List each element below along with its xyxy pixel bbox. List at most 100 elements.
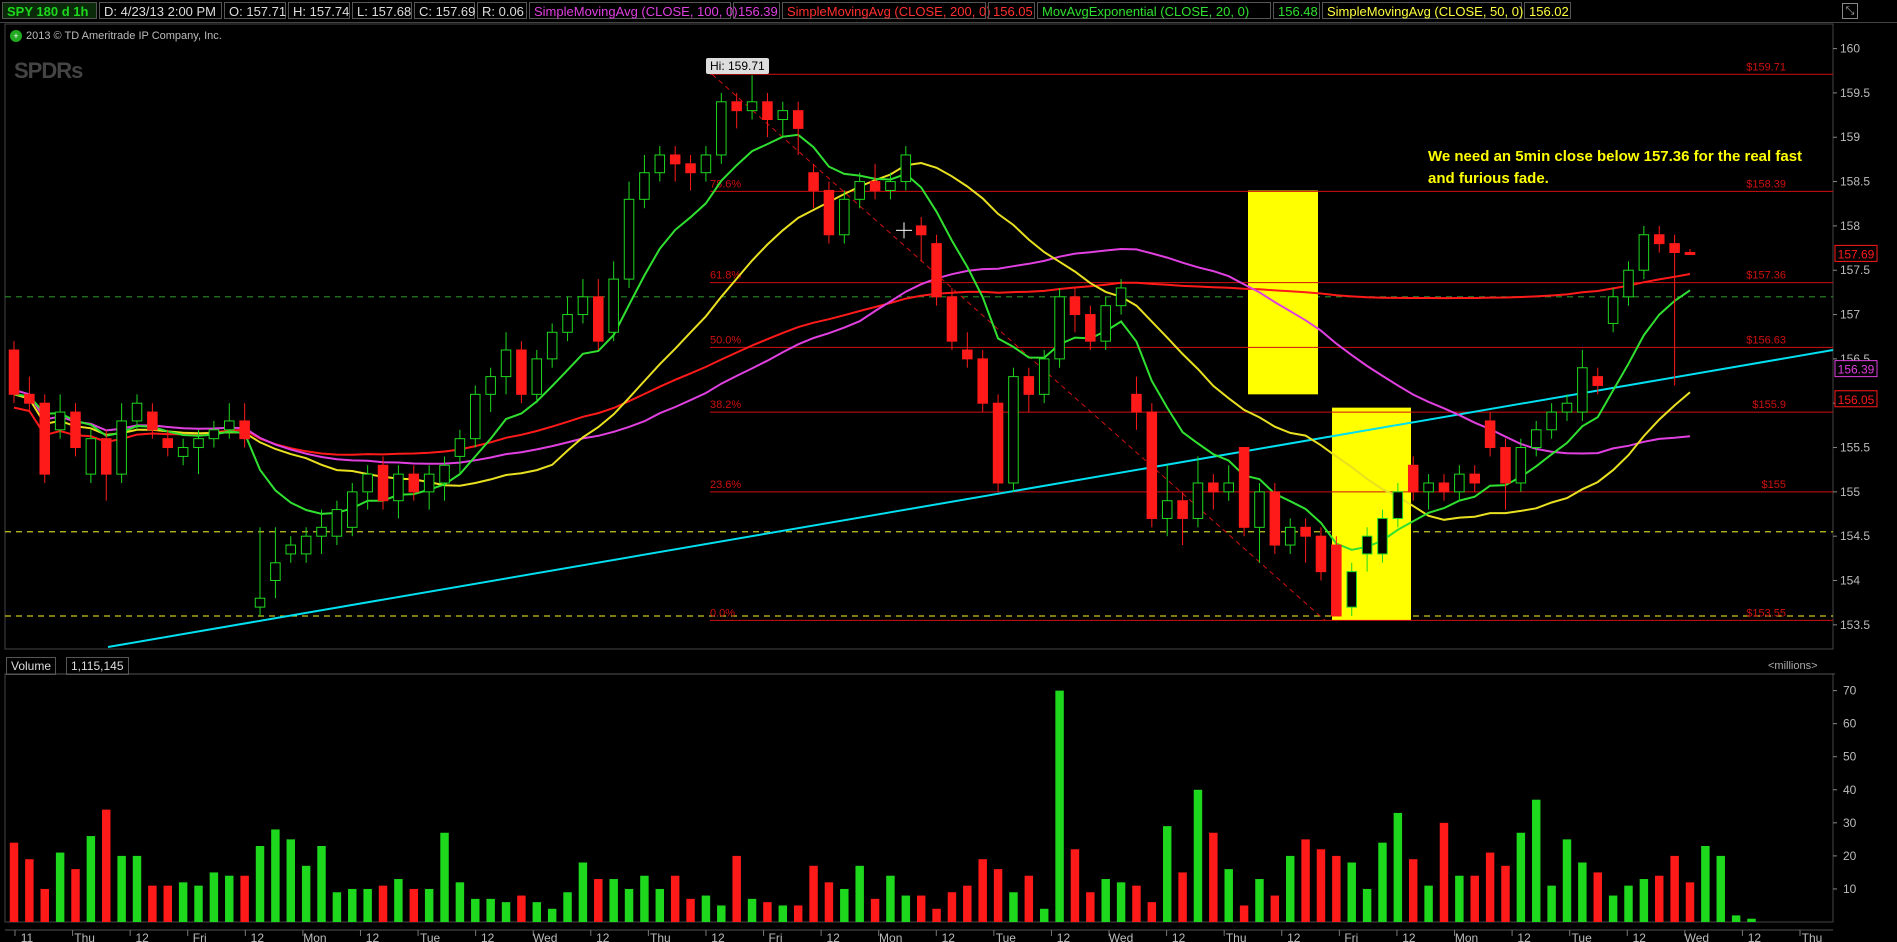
volume-axis-label: 50: [1843, 750, 1857, 764]
candle-body: [8, 349, 20, 395]
y-axis-label: 157.5: [1840, 263, 1870, 277]
candle-body: [393, 473, 404, 502]
volume-bar: [1562, 839, 1572, 922]
candle-body: [777, 110, 789, 121]
candle-body: [1561, 402, 1573, 413]
volume-bar: [363, 888, 372, 922]
low-label: L: 157.68: [352, 2, 412, 19]
volume-axis-label: 40: [1843, 783, 1857, 797]
x-axis-label: 12: [711, 931, 725, 942]
candle-body: [485, 376, 496, 395]
candle-body: [131, 402, 143, 422]
volume-bar: [1424, 885, 1433, 922]
candle-body: [70, 411, 81, 449]
candle-body: [1085, 314, 1096, 342]
x-axis-label: Tue: [420, 931, 441, 942]
candle-body: [316, 526, 327, 537]
sma200-line: [13, 273, 1691, 456]
study-sma100-label[interactable]: SimpleMovingAvg (CLOSE, 100, 0): [529, 2, 738, 19]
symbol-label[interactable]: SPY 180 d 1h: [2, 2, 97, 19]
fib-percent-label: 0.0%: [710, 607, 735, 619]
x-axis-label: 12: [135, 931, 149, 942]
candle-body: [100, 438, 112, 475]
candle-body: [147, 411, 158, 431]
candle-body: [962, 349, 973, 360]
candle-body: [992, 402, 1004, 484]
y-axis-label: 154.5: [1840, 529, 1870, 543]
candle-body: [39, 402, 51, 475]
volume-bar: [1132, 885, 1141, 922]
study-sma200-label[interactable]: SimpleMovingAvg (CLOSE, 200, 0): [782, 2, 991, 19]
volume-bar: [1716, 855, 1725, 922]
volume-bar: [763, 902, 772, 922]
x-axis-label: Thu: [74, 931, 95, 942]
fib-price-label: $159.71: [1746, 61, 1786, 73]
volume-bar: [394, 879, 403, 922]
y-axis-label: 158: [1840, 219, 1860, 233]
candle-body: [623, 198, 635, 280]
candle-body: [1623, 269, 1634, 298]
x-axis-label: 12: [481, 931, 495, 942]
volume-bar: [1255, 879, 1264, 922]
x-axis-label: 11: [21, 931, 34, 942]
fib-percent-label: 50.0%: [710, 334, 741, 346]
volume-bar: [655, 888, 665, 922]
candle-body: [1331, 544, 1342, 617]
candle-body: [1038, 358, 1050, 395]
study-ema20-label[interactable]: MovAvgExponential (CLOSE, 20, 0): [1037, 2, 1271, 19]
candle-body: [1269, 491, 1281, 546]
volume-bar: [132, 855, 142, 922]
candle-body: [1438, 482, 1450, 493]
candle-body: [1500, 447, 1511, 484]
volume-axis-label: 30: [1843, 816, 1857, 830]
candle-body: [900, 154, 912, 183]
candle-body: [516, 349, 527, 395]
x-axis-label: 12: [826, 931, 840, 942]
x-axis-label: 12: [366, 931, 380, 942]
candle-body: [1008, 376, 1019, 484]
candle-body: [946, 296, 958, 342]
volume-bar: [793, 905, 803, 922]
high-label: H: 157.74: [288, 2, 350, 19]
y-axis-label: 155: [1840, 485, 1860, 499]
volume-bar: [1178, 872, 1187, 922]
info-icon[interactable]: +: [10, 30, 22, 42]
volume-bar: [455, 882, 465, 922]
collapse-icon[interactable]: ⤡: [1842, 3, 1858, 19]
candle-body: [1592, 376, 1604, 386]
volume-bar: [993, 869, 1003, 922]
candle-body: [669, 154, 681, 165]
volume-bar: [1532, 799, 1541, 922]
candle-body: [1684, 251, 1696, 255]
volume-bar: [747, 898, 757, 922]
sma50-line: [13, 161, 1691, 521]
volume-bar: [1009, 892, 1018, 922]
volume-bar: [1624, 885, 1633, 922]
candle-body: [1546, 411, 1557, 431]
volume-bar: [1116, 882, 1126, 922]
candle-body: [839, 198, 850, 236]
study-sma50-label[interactable]: SimpleMovingAvg (CLOSE, 50, 0): [1322, 2, 1523, 19]
volume-bar: [1455, 875, 1464, 922]
volume-bar: [870, 898, 880, 922]
volume-bar: [594, 879, 603, 922]
candle-body: [1054, 296, 1065, 360]
volume-bar: [271, 829, 280, 922]
volume-bar: [840, 888, 849, 922]
volume-bar: [1608, 895, 1618, 922]
volume-bar: [1070, 849, 1080, 922]
volume-bar: [1655, 875, 1664, 922]
x-axis-label: Mon: [1455, 931, 1478, 942]
volume-bar: [517, 895, 526, 922]
y-axis-label: 157: [1840, 308, 1860, 322]
candle-body: [1653, 234, 1665, 245]
x-axis-label: Fri: [769, 931, 783, 942]
volume-bar: [471, 898, 480, 922]
candle-body: [223, 420, 235, 431]
volume-axis-label: 60: [1843, 717, 1857, 731]
candle-body: [1423, 482, 1434, 493]
candle-body: [439, 464, 450, 484]
volume-bar: [25, 859, 34, 922]
y-axis-label: 154: [1840, 574, 1860, 588]
volume-bar: [1024, 875, 1034, 922]
